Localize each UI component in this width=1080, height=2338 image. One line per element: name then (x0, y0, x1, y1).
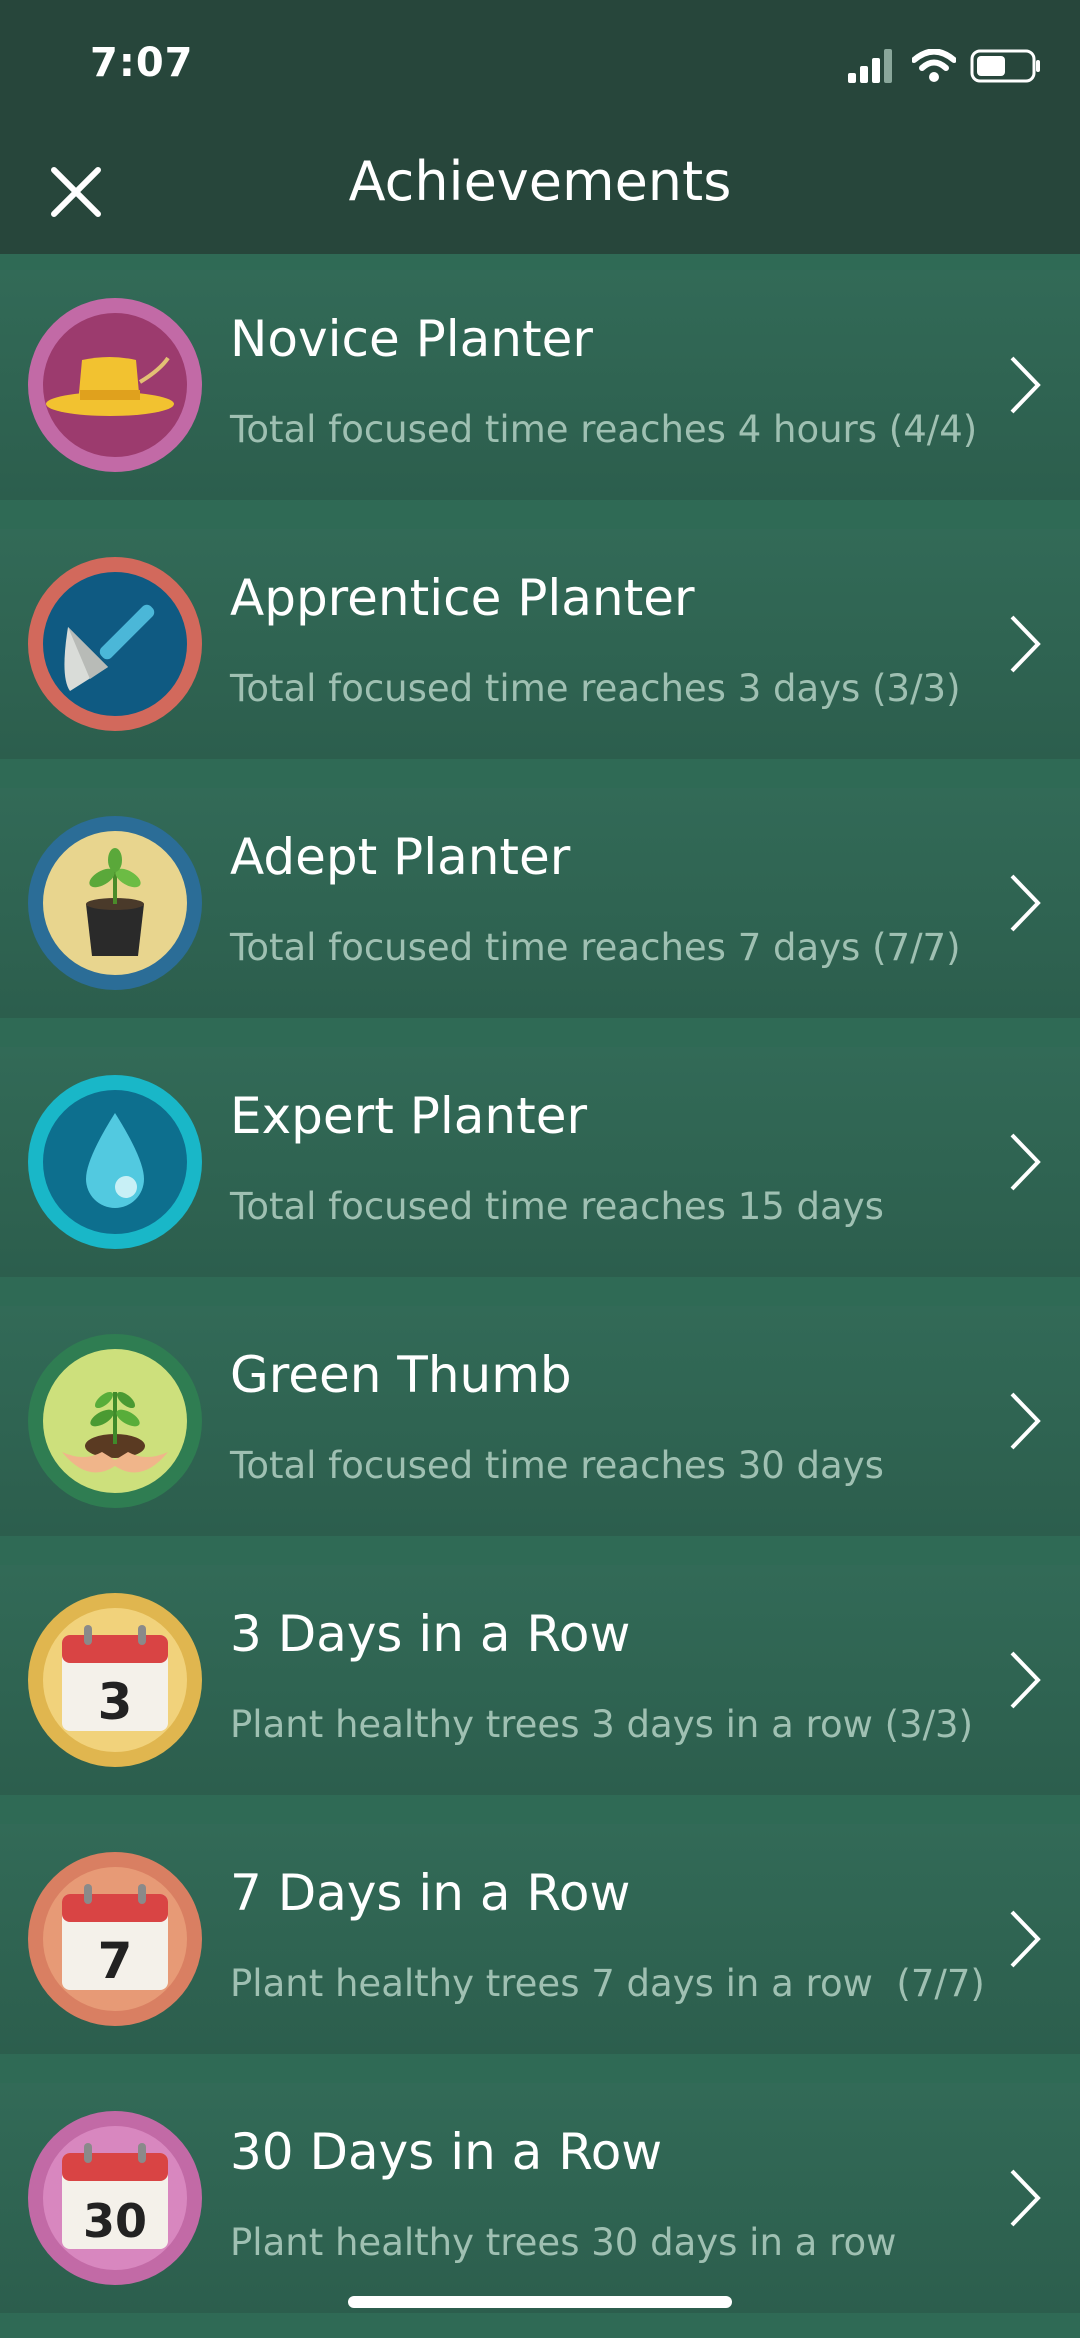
achievement-title: 3 Days in a Row (230, 1605, 631, 1663)
achievement-description: Total focused time reaches 30 days (230, 1444, 884, 1487)
achievement-row-apprentice-planter[interactable]: Apprentice Planter Total focused time re… (0, 529, 1080, 759)
achievement-description: Total focused time reaches 4 hours (4/4) (230, 408, 978, 451)
achievement-title: Novice Planter (230, 310, 593, 368)
achievement-description: Total focused time reaches 7 days (7/7) (230, 926, 961, 969)
achievement-description: Plant healthy trees 3 days in a row (3/3… (230, 1703, 974, 1746)
calendar-number: 7 (98, 1932, 133, 1990)
home-indicator[interactable] (348, 2296, 732, 2308)
water-drop-icon (28, 1075, 202, 1249)
chevron-right-icon (1010, 2169, 1041, 2227)
chevron-right-icon (1010, 1133, 1041, 1191)
signal-icon (848, 49, 892, 83)
page-title: Achievements (348, 150, 732, 213)
chevron-right-icon (1010, 615, 1041, 673)
seedling-hands-icon (28, 1334, 202, 1508)
chevron-right-icon (1010, 1651, 1041, 1709)
achievement-row-adept-planter[interactable]: Adept Planter Total focused time reaches… (0, 788, 1080, 1018)
top-bar: 7:07 Achievements (0, 0, 1080, 254)
wifi-icon (912, 49, 956, 82)
calendar-icon: 30 (28, 2111, 202, 2285)
chevron-right-icon (1010, 1910, 1041, 1968)
calendar-number: 3 (98, 1673, 133, 1731)
achievement-row-30-days-in-a-row[interactable]: 30 30 Days in a Row Plant healthy trees … (0, 2083, 1080, 2313)
trowel-icon (28, 557, 202, 731)
achievement-row-7-days-in-a-row[interactable]: 7 7 Days in a Row Plant healthy trees 7 … (0, 1824, 1080, 2054)
achievement-title: Adept Planter (230, 828, 571, 886)
achievement-title: Green Thumb (230, 1346, 572, 1404)
battery-icon (970, 49, 1040, 83)
chevron-right-icon (1010, 356, 1041, 414)
achievement-list: Novice Planter Total focused time reache… (0, 254, 1080, 2313)
achievement-description: Total focused time reaches 15 days (230, 1185, 884, 1228)
achievement-row-expert-planter[interactable]: Expert Planter Total focused time reache… (0, 1047, 1080, 1277)
straw-hat-icon (28, 298, 202, 472)
achievement-description: Plant healthy trees 7 days in a row (7/7… (230, 1962, 985, 2005)
calendar-icon: 7 (28, 1852, 202, 2026)
chevron-right-icon (1010, 874, 1041, 932)
achievement-title: Apprentice Planter (230, 569, 695, 627)
achievement-row-green-thumb[interactable]: Green Thumb Total focused time reaches 3… (0, 1306, 1080, 1536)
achievement-row-novice-planter[interactable]: Novice Planter Total focused time reache… (0, 270, 1080, 500)
chevron-right-icon (1010, 1392, 1041, 1450)
achievement-title: Expert Planter (230, 1087, 588, 1145)
achievement-description: Total focused time reaches 3 days (3/3) (230, 667, 961, 710)
calendar-icon: 3 (28, 1593, 202, 1767)
achievement-title: 30 Days in a Row (230, 2123, 663, 2181)
calendar-number: 30 (83, 2194, 147, 2248)
status-icons (848, 46, 1042, 86)
potted-plant-icon (28, 816, 202, 990)
achievement-row-3-days-in-a-row[interactable]: 3 3 Days in a Row Plant healthy trees 3 … (0, 1565, 1080, 1795)
status-time: 7:07 (90, 40, 194, 86)
achievement-title: 7 Days in a Row (230, 1864, 631, 1922)
achievement-description: Plant healthy trees 30 days in a row (230, 2221, 897, 2264)
